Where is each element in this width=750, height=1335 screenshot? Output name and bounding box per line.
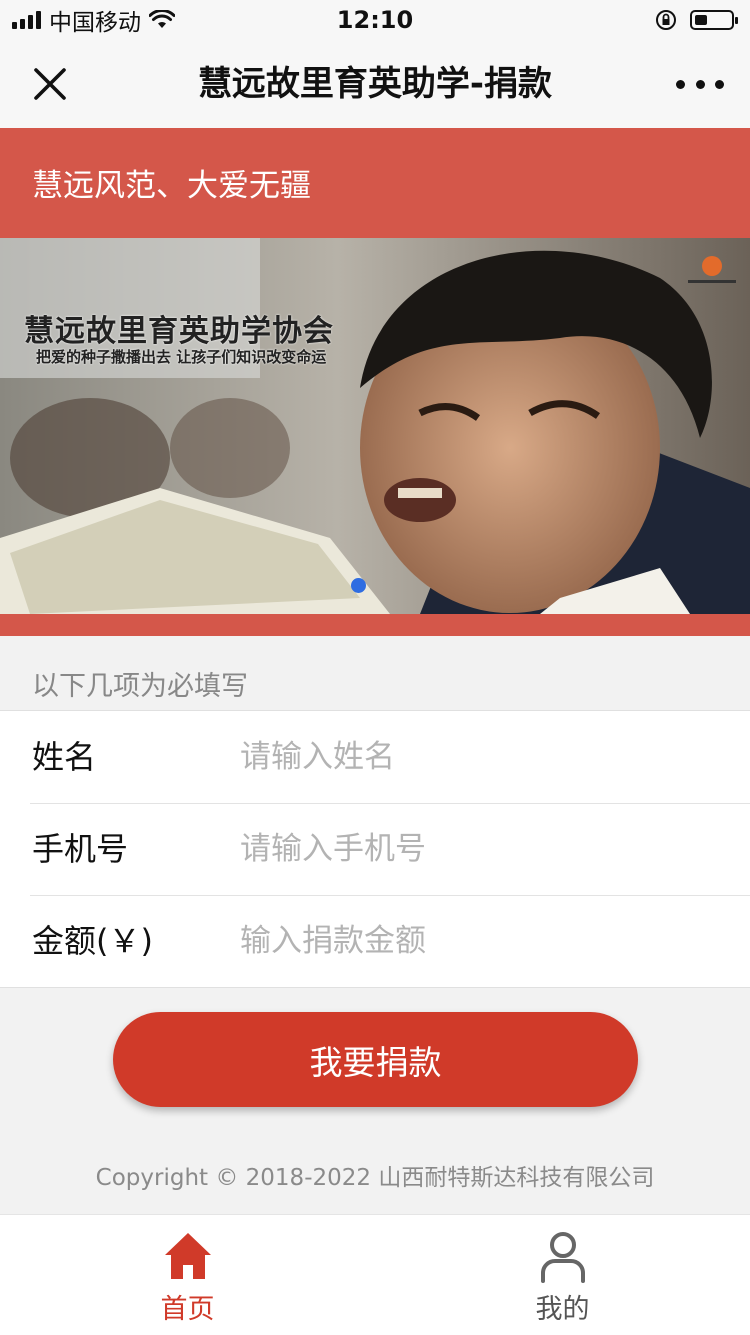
phone-input[interactable] (240, 823, 720, 875)
close-icon[interactable] (30, 64, 70, 104)
copyright-text: Copyright © 2018-2022 山西耐特斯达科技有限公司 (95, 1165, 655, 1191)
banner-title: 慧远故里育英助学协会 (24, 314, 334, 349)
form-row-name: 姓名 (0, 711, 750, 803)
banner-image (0, 238, 750, 614)
status-bar: 中国移动 12:10 (0, 0, 750, 40)
tab-home[interactable]: 首页 (0, 1215, 375, 1335)
status-right (654, 8, 738, 32)
amount-input[interactable] (240, 915, 720, 967)
banner-carousel[interactable]: 慧远故里育英助学协会 把爱的种子撒播出去 让孩子们知识改变命运 (0, 238, 750, 614)
phone-label: 手机号 (32, 830, 129, 868)
orientation-lock-icon (656, 10, 676, 30)
required-hint: 以下几项为必填写 (32, 671, 248, 702)
name-input[interactable] (240, 731, 720, 783)
form-row-amount: 金额(￥) (0, 895, 750, 987)
tab-mine-label: 我的 (535, 1294, 590, 1325)
page-title: 慧远故里育英助学-捐款 (197, 64, 553, 104)
status-time: 12:10 (336, 6, 414, 34)
donation-form: 姓名 手机号 金额(￥) (0, 710, 750, 988)
tab-home-label: 首页 (160, 1294, 215, 1325)
donate-button[interactable]: 我要捐款 (113, 1012, 638, 1107)
amount-label: 金额(￥) (32, 922, 153, 960)
name-label: 姓名 (32, 738, 97, 776)
tab-mine[interactable]: 我的 (375, 1215, 750, 1335)
banner-subtitle: 把爱的种子撒播出去 让孩子们知识改变命运 (36, 348, 327, 366)
form-row-phone: 手机号 (0, 803, 750, 895)
tab-bar: 首页 我的 (0, 1214, 750, 1335)
carousel-indicator-dot[interactable] (351, 578, 366, 593)
more-dots-icon[interactable] (676, 64, 724, 104)
battery-icon (690, 10, 738, 30)
hero-section: 慧远风范、大爱无疆 慧远故里育英助学协会 把爱的种子撒播出去 让孩子们知识改变命… (0, 128, 750, 636)
user-icon (541, 1232, 585, 1283)
nav-bar: 慧远故里育英助学-捐款 (0, 40, 750, 128)
slogan-text: 慧远风范、大爱无疆 (32, 168, 311, 204)
home-icon (165, 1233, 211, 1279)
